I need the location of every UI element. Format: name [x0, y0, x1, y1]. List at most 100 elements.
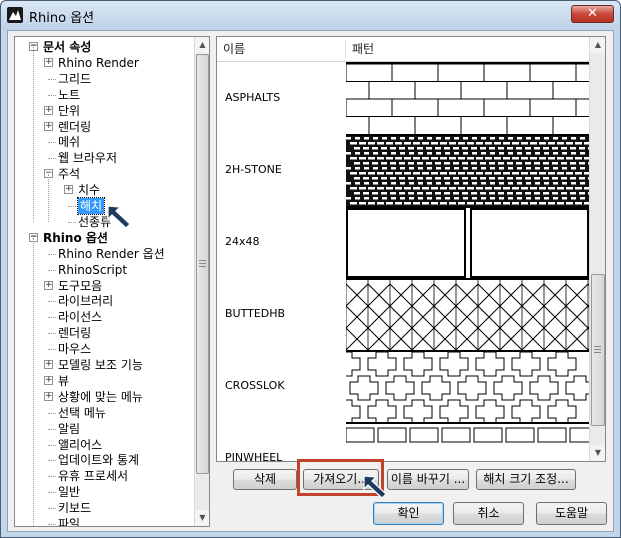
- scroll-down-arrow-icon[interactable]: ▼: [590, 445, 605, 461]
- tree-connector: [48, 317, 56, 319]
- tree-item[interactable]: + 렌더링: [15, 119, 194, 135]
- tree-item-label: 그리드: [58, 71, 92, 86]
- column-header-pattern[interactable]: 패턴: [346, 37, 589, 61]
- tree-item-label: 렌더링: [58, 326, 92, 341]
- tree-item[interactable]: 라이선스: [15, 309, 194, 325]
- tree-connector: [48, 460, 56, 462]
- list-scroll-thumb[interactable]: [591, 274, 605, 426]
- table-row[interactable]: ASPHALTS: [217, 62, 589, 134]
- rename-button[interactable]: 이름 바꾸기 ...: [387, 469, 469, 490]
- plus-box-icon[interactable]: +: [44, 375, 53, 385]
- tree-item-label: 뷰: [58, 373, 70, 388]
- tree-item[interactable]: 노트: [15, 87, 194, 103]
- tree-item[interactable]: + 뷰: [15, 373, 194, 389]
- tree-item[interactable]: + 도구모음: [15, 278, 194, 294]
- tree-item-label: RhinoScript: [58, 262, 128, 277]
- tree-connector: [48, 301, 56, 303]
- tree-item[interactable]: + 치수: [15, 182, 194, 198]
- annotation-arrow-icon: [363, 475, 387, 499]
- tree-item-label: Rhino Render: [58, 55, 139, 70]
- tree-item-label: 마우스: [58, 342, 92, 357]
- tree-connector: [48, 94, 56, 96]
- tree-item[interactable]: 일반: [15, 484, 194, 500]
- tree-item-label: 앨리어스: [58, 437, 103, 452]
- plus-box-icon[interactable]: +: [44, 280, 53, 290]
- tree-item[interactable]: − 문서 속성: [15, 39, 194, 55]
- table-row[interactable]: PINWHEEL: [217, 422, 599, 462]
- options-tree: − 문서 속성 + Rhino Render 그리드 노트 + 단위 + 렌더링 메쉬 웹 브라우저 −…: [15, 37, 194, 526]
- tree-item-label: 웹 브라우저: [58, 151, 118, 166]
- table-row[interactable]: BUTTEDHB: [217, 278, 605, 352]
- plus-box-icon[interactable]: +: [44, 391, 53, 401]
- tree-item[interactable]: 웹 브라우저: [15, 150, 194, 166]
- tree-item[interactable]: 마우스: [15, 341, 194, 357]
- table-row[interactable]: 24x48: [217, 206, 589, 278]
- tree-item[interactable]: 유휴 프로세서: [15, 468, 194, 484]
- plus-box-icon[interactable]: +: [44, 121, 53, 131]
- plus-box-icon[interactable]: +: [44, 57, 53, 67]
- scale-hatch-button[interactable]: 해치 크기 조정...: [476, 469, 576, 490]
- tree-item[interactable]: RhinoScript: [15, 262, 194, 278]
- tree-connector: [48, 412, 56, 414]
- tree-item[interactable]: Rhino Render 옵션: [15, 246, 194, 262]
- title-bar[interactable]: Rhino 옵션 ✕: [1, 1, 620, 29]
- plus-box-icon[interactable]: +: [44, 360, 53, 369]
- column-header-name[interactable]: 이름: [217, 37, 345, 61]
- ok-button[interactable]: 확인: [373, 502, 444, 525]
- tree-item-label: 업데이트와 통계: [58, 453, 140, 468]
- annotation-arrow-icon: [107, 205, 131, 229]
- pattern-preview: [346, 206, 589, 278]
- close-button[interactable]: ✕: [571, 5, 614, 23]
- tree-item[interactable]: + 단위: [15, 103, 194, 119]
- tree-connector: [48, 444, 56, 446]
- help-button[interactable]: 도움말: [536, 502, 607, 525]
- pattern-preview: [217, 278, 605, 352]
- cancel-button[interactable]: 취소: [453, 502, 524, 525]
- tree-item-label: 치수: [78, 183, 101, 198]
- tree-connector: [48, 476, 56, 478]
- table-row[interactable]: CROSSLOK: [217, 350, 595, 425]
- pattern-preview: [345, 422, 599, 461]
- plus-box-icon[interactable]: +: [64, 185, 73, 195]
- tree-scrollbar[interactable]: ▲ ▼: [194, 37, 209, 526]
- scroll-down-arrow-icon[interactable]: ▼: [195, 510, 209, 526]
- tree-item[interactable]: 알림: [15, 421, 194, 437]
- tree-item[interactable]: 업데이트와 통계: [15, 452, 194, 468]
- tree-item-label: 노트: [58, 87, 81, 102]
- tree-connector: [68, 206, 76, 207]
- tree-item[interactable]: 렌더링: [15, 325, 194, 341]
- delete-button[interactable]: 삭제: [233, 469, 297, 490]
- tree-item[interactable]: 메쉬: [15, 134, 194, 150]
- scroll-up-arrow-icon[interactable]: ▲: [195, 37, 209, 53]
- tree-item[interactable]: 그리드: [15, 71, 194, 87]
- tree-item-label: 일반: [58, 485, 81, 500]
- tree-connector: [48, 333, 56, 335]
- tree-item-label: 선택 메뉴: [58, 405, 106, 420]
- pattern-preview: [346, 134, 594, 208]
- tree-item[interactable]: 키보드: [15, 500, 194, 516]
- hatch-pattern-list: 이름 패턴 ASPHALTS 2H-STONE 24x48 BUTTEDHB CROSS…: [216, 36, 606, 462]
- tree-item[interactable]: 앨리어스: [15, 437, 194, 453]
- tree-connector: [48, 508, 56, 510]
- tree-item[interactable]: 파일: [15, 516, 194, 526]
- tree-item-label: 주석: [58, 167, 81, 182]
- tree-scroll-thumb[interactable]: [196, 54, 209, 474]
- tree-item[interactable]: + 모델링 보조 기능: [15, 357, 194, 373]
- pattern-preview: [345, 62, 589, 134]
- tree-item-label: 키보드: [58, 501, 92, 516]
- plus-box-icon[interactable]: +: [44, 105, 53, 115]
- list-scrollbar[interactable]: ▲ ▼: [589, 37, 605, 461]
- scroll-up-arrow-icon[interactable]: ▲: [590, 37, 605, 53]
- tree-item[interactable]: 라이브러리: [15, 293, 194, 309]
- window-title: Rhino 옵션: [29, 11, 95, 26]
- list-header: 이름 패턴: [217, 37, 589, 62]
- pattern-name: PINWHEEL: [225, 451, 283, 462]
- tree-item-label: 단위: [58, 103, 81, 118]
- tree-item[interactable]: + 상황에 맞는 메뉴: [15, 389, 194, 405]
- tree-item[interactable]: + Rhino Render: [15, 55, 194, 71]
- table-row[interactable]: 2H-STONE: [217, 134, 594, 208]
- tree-item[interactable]: − Rhino 옵션: [15, 230, 194, 246]
- tree-item[interactable]: − 주석: [15, 166, 194, 182]
- tree-item-label: 문서 속성: [43, 40, 92, 54]
- tree-item[interactable]: 선택 메뉴: [15, 405, 194, 421]
